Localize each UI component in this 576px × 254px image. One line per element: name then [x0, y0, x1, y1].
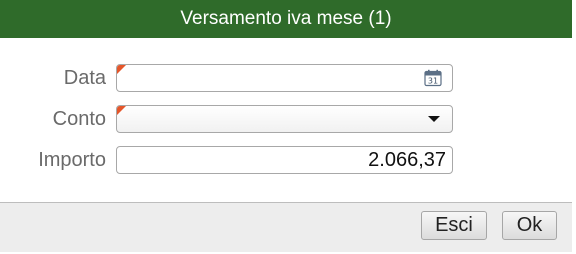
importo-value: 2.066,37 [368, 149, 446, 171]
required-marker [117, 106, 126, 115]
importo-label: Importo [38, 149, 106, 171]
dialog-titlebar: Versamento iva mese (1) [0, 0, 572, 38]
calendar-day: 31 [428, 77, 438, 86]
chevron-down-icon [428, 116, 440, 122]
esci-button[interactable]: Esci [421, 211, 487, 240]
row-data: Data 31 [0, 64, 572, 92]
required-marker [117, 65, 126, 74]
importo-input[interactable]: 2.066,37 [116, 146, 453, 174]
conto-label: Conto [52, 108, 106, 130]
ok-button[interactable]: Ok [502, 211, 557, 240]
dialog-footer: Esci Ok [0, 202, 572, 252]
conto-dropdown-button[interactable] [416, 106, 452, 132]
row-conto: Conto [0, 105, 572, 133]
dialog-body: Data 31 Conto Importo 2.066,37 [0, 38, 572, 202]
data-label: Data [63, 67, 106, 89]
calendar-icon[interactable]: 31 [424, 69, 442, 87]
conto-select[interactable] [116, 105, 453, 133]
row-importo: Importo 2.066,37 [0, 146, 572, 174]
data-input[interactable]: 31 [116, 64, 453, 92]
dialog: Versamento iva mese (1) Data 31 Conto Im… [0, 0, 572, 252]
dialog-title: Versamento iva mese (1) [180, 8, 392, 29]
